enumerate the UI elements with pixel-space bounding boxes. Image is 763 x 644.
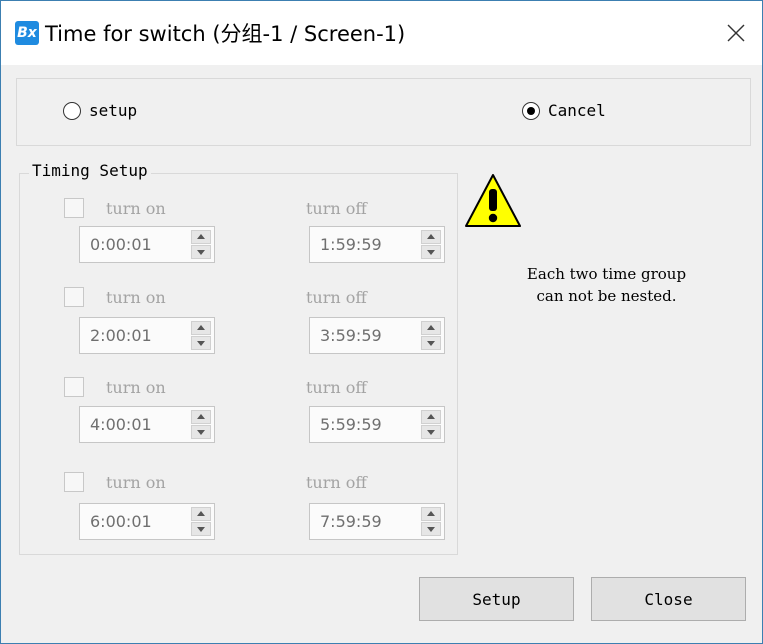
warning-icon [464,172,522,230]
window-title: Time for switch (分组-1 / Screen-1) [45,22,406,46]
row-1-turn-off-label: turn off [306,199,367,218]
row-1-off-time-spinner[interactable]: 1:59:59 [309,226,445,263]
spin-up-icon[interactable] [421,230,441,244]
row-3-turn-on-label: turn on [106,378,166,397]
row-3-off-time-spinner[interactable]: 5:59:59 [309,406,445,443]
app-logo-icon: Bx [15,21,39,45]
spinner-arrows[interactable] [191,321,211,350]
title-bar[interactable]: Bx Time for switch (分组-1 / Screen-1) [1,1,762,65]
warning-line-2: can not be nested. [536,287,677,305]
row-4-checkbox[interactable] [64,472,84,492]
setup-button[interactable]: Setup [419,577,574,621]
spin-up-icon[interactable] [421,321,441,335]
row-4-off-time-spinner[interactable]: 7:59:59 [309,503,445,540]
spin-up-icon[interactable] [191,507,211,521]
spinner-arrows[interactable] [191,230,211,259]
spin-up-icon[interactable] [421,507,441,521]
spin-down-icon[interactable] [421,336,441,350]
row-1-turn-on-label: turn on [106,199,166,218]
spinner-arrows[interactable] [421,507,441,536]
setup-radio[interactable]: setup [63,101,137,120]
warning-line-1: Each two time group [526,265,687,283]
cancel-radio-label: Cancel [548,101,606,120]
row-4-turn-off-label: turn off [306,473,367,492]
row-1-off-time-value: 1:59:59 [320,235,382,254]
spinner-arrows[interactable] [191,507,211,536]
row-2-turn-off-label: turn off [306,288,367,307]
spin-down-icon[interactable] [421,425,441,439]
spinner-arrows[interactable] [421,410,441,439]
spin-up-icon[interactable] [191,230,211,244]
timing-setup-title: Timing Setup [29,161,151,180]
spin-up-icon[interactable] [191,410,211,424]
row-1-checkbox[interactable] [64,198,84,218]
dialog-window: Bx Time for switch (分组-1 / Screen-1) set… [0,0,763,644]
row-2-off-time-spinner[interactable]: 3:59:59 [309,317,445,354]
spin-up-icon[interactable] [191,321,211,335]
cancel-radio[interactable]: Cancel [522,101,606,120]
row-4-turn-on-label: turn on [106,473,166,492]
row-3-on-time-value: 4:00:01 [90,415,152,434]
row-1-on-time-spinner[interactable]: 0:00:01 [79,226,215,263]
row-4-on-time-value: 6:00:01 [90,512,152,531]
spinner-arrows[interactable] [421,321,441,350]
spinner-arrows[interactable] [421,230,441,259]
close-button[interactable]: Close [591,577,746,621]
spin-down-icon[interactable] [421,245,441,259]
spin-up-icon[interactable] [421,410,441,424]
spin-down-icon[interactable] [191,425,211,439]
row-3-turn-off-label: turn off [306,378,367,397]
spin-down-icon[interactable] [191,522,211,536]
close-icon[interactable] [718,15,754,51]
spin-down-icon[interactable] [421,522,441,536]
row-4-on-time-spinner[interactable]: 6:00:01 [79,503,215,540]
setup-radio-label: setup [89,101,138,120]
row-1-on-time-value: 0:00:01 [90,235,152,254]
row-3-checkbox[interactable] [64,377,84,397]
row-2-on-time-value: 2:00:01 [90,326,152,345]
spin-down-icon[interactable] [191,245,211,259]
row-2-turn-on-label: turn on [106,288,166,307]
row-2-off-time-value: 3:59:59 [320,326,382,345]
row-3-on-time-spinner[interactable]: 4:00:01 [79,406,215,443]
mode-selector: setup Cancel [16,78,751,146]
row-3-off-time-value: 5:59:59 [320,415,382,434]
row-2-checkbox[interactable] [64,287,84,307]
radio-circle[interactable] [63,101,81,120]
spin-down-icon[interactable] [191,336,211,350]
spinner-arrows[interactable] [191,410,211,439]
row-4-off-time-value: 7:59:59 [320,512,382,531]
warning-message: Each two time group can not be nested. [469,263,744,307]
row-2-on-time-spinner[interactable]: 2:00:01 [79,317,215,354]
radio-circle-checked[interactable] [522,101,540,120]
